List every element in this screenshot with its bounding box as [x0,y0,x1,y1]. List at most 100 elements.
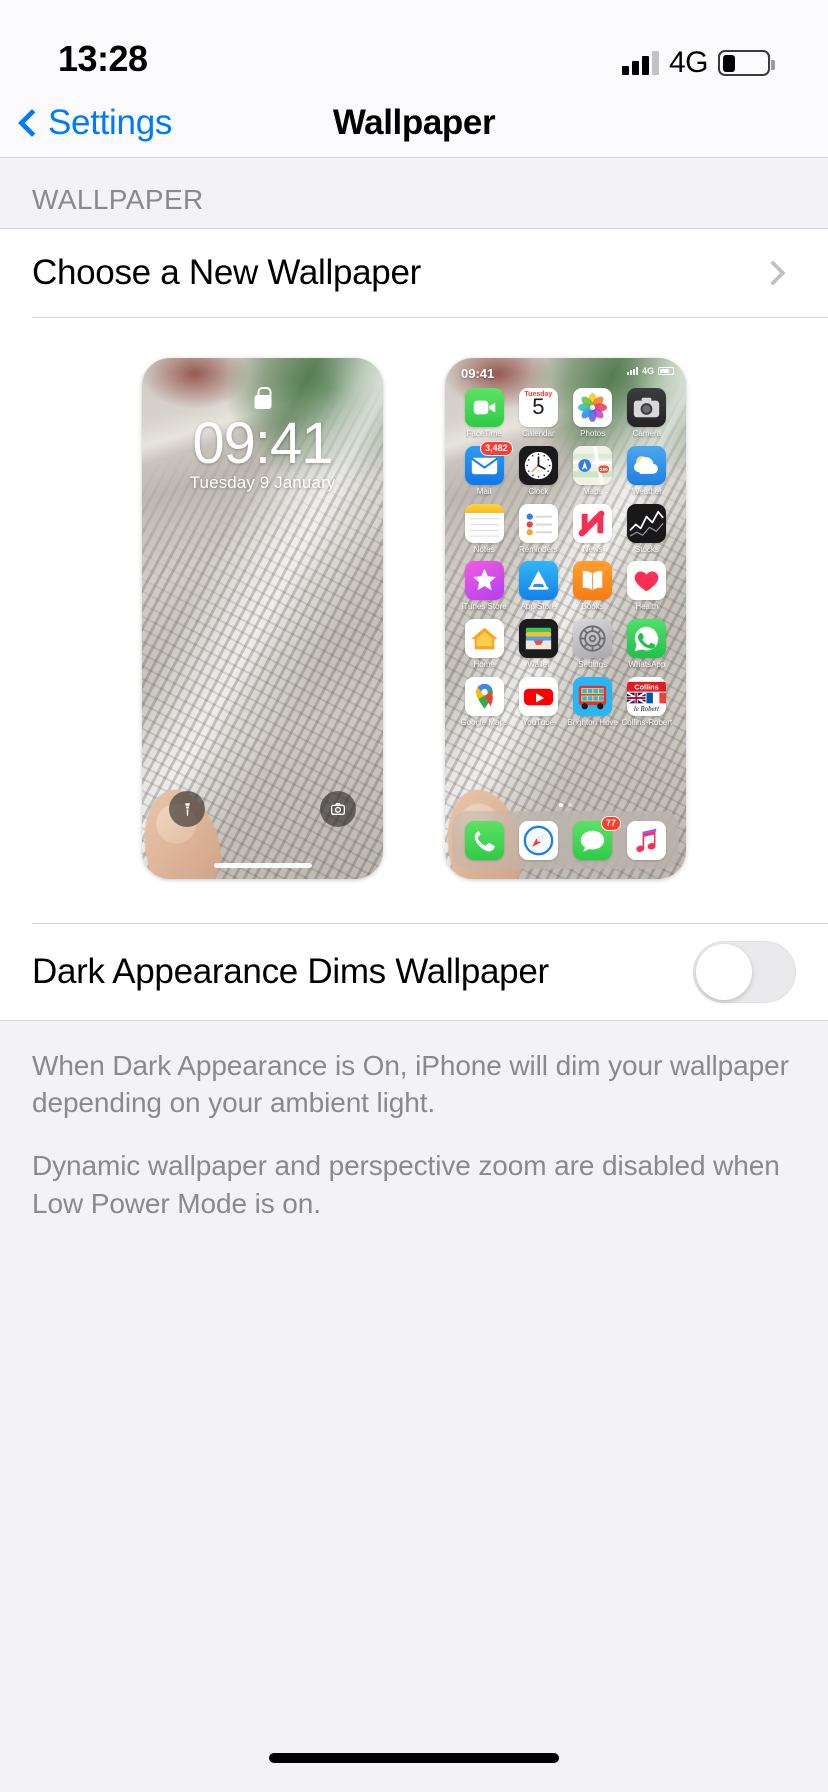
phone-icon[interactable] [465,820,505,860]
notes-icon[interactable] [464,503,504,543]
health-icon[interactable] [627,561,667,601]
home-screen-app[interactable]: Tuesday 5 Calendar [511,388,565,439]
collins-robert-icon[interactable]: Collins le Robert [627,676,667,716]
back-button[interactable]: Settings [0,103,172,143]
home-screen-app[interactable]: iTunes Store [457,561,511,612]
clock-icon[interactable] [518,445,558,485]
youtube-icon[interactable] [518,676,558,716]
app-icon-wrapper [573,388,613,427]
notification-badge: 77 [600,815,621,831]
camera-icon[interactable] [320,791,356,827]
app-icon-wrapper [627,619,667,659]
torch-icon[interactable] [169,791,205,827]
home-screen-app[interactable]: Books [566,561,620,612]
home-screen-app[interactable]: Photos [566,388,620,439]
app-label: App Store [520,603,557,612]
home-indicator[interactable] [0,1724,828,1792]
brighton-hove-bus-icon[interactable] [573,676,613,716]
home-screen-app-grid: FaceTime Tuesday 5 Calendar Photos Camera 3,48… [445,388,686,728]
app-label: Collins-Robert [621,718,673,727]
home-screen-app[interactable]: Wallet [511,619,565,670]
app-icon-wrapper: Collins le Robert [627,676,667,716]
app-label: Wallet [527,661,550,670]
app-icon-wrapper [627,503,667,543]
dock-app[interactable] [626,820,666,860]
app-icon-wrapper: Tuesday 5 [518,388,558,427]
back-button-label: Settings [48,102,173,142]
whatsapp-icon[interactable] [627,619,667,659]
app-icon-wrapper [627,561,667,601]
app-icon-wrapper [573,676,613,716]
dock-app[interactable] [519,820,559,860]
home-screen-app[interactable]: Health [620,561,674,612]
itunes-store-icon[interactable] [464,561,504,601]
lock-icon [254,387,272,409]
choose-new-wallpaper-row[interactable]: Choose a New Wallpaper [0,229,828,317]
app-icon-wrapper [573,503,613,543]
lock-screen-time: 09:41 [192,411,333,476]
maps-icon[interactable]: 280 [573,445,613,485]
dock-app[interactable] [465,820,505,860]
news-icon[interactable] [573,503,613,543]
dark-appearance-toggle[interactable] [693,941,796,1003]
reminders-icon[interactable] [518,503,558,543]
app-store-icon[interactable] [518,561,558,601]
home-screen-app[interactable]: Stocks [620,503,674,555]
home-screen-status-network: 4G [641,366,654,376]
svg-text:280: 280 [600,467,608,473]
home-screen-app[interactable]: Weather [620,445,674,497]
google-maps-icon[interactable] [464,676,504,716]
app-label: WhatsApp [628,661,666,670]
app-icon-wrapper [518,561,558,601]
app-icon-wrapper [464,388,504,427]
app-icon-wrapper [573,561,613,601]
wallpaper-card: Choose a New Wallpaper 09:41 Tuesday 9 J… [0,229,828,1020]
signal-bars-icon [626,367,638,375]
home-screen-app[interactable]: 280 Maps [566,445,620,497]
home-screen-preview[interactable]: 09:41 4G FaceTime Tuesday 5 Calendar Photos C… [445,358,686,879]
home-screen-app[interactable]: Home [457,619,511,670]
lock-screen-preview[interactable]: 09:41 Tuesday 9 January [142,358,383,879]
app-label: Mail [476,487,492,496]
home-screen-app[interactable]: Collins le Robert Collins-Robert [620,676,674,728]
safari-icon[interactable] [519,820,559,860]
home-screen-app[interactable]: Google Maps [457,676,511,728]
home-screen-app[interactable]: Reminders [511,503,565,555]
stocks-icon[interactable] [627,503,667,543]
home-screen-app[interactable]: YouTube [511,676,565,728]
home-screen-app[interactable]: 3,482 Mail [457,440,513,497]
page-dots [445,803,686,807]
calendar-day: 5 [532,394,545,419]
music-icon[interactable] [626,820,666,860]
home-screen-app[interactable]: News [566,503,620,555]
app-label: News [582,545,603,554]
home-screen-app[interactable]: Brighton Hove [566,676,620,728]
home-icon[interactable] [464,619,504,659]
app-label: Settings [578,661,608,670]
calendar-icon[interactable]: Tuesday 5 [518,388,558,427]
app-icon-wrapper [464,676,504,716]
svg-text:le Robert: le Robert [634,706,660,713]
home-screen-app[interactable]: Camera [620,388,674,439]
home-screen-app[interactable]: FaceTime [457,388,511,439]
wallet-icon[interactable] [518,619,558,659]
home-screen-app[interactable]: Notes [457,503,511,555]
home-screen-app[interactable]: WhatsApp [620,619,674,670]
dock-app[interactable]: 77 [572,815,621,860]
photos-icon[interactable] [573,388,613,427]
home-screen-app[interactable]: Settings [566,619,620,670]
camera-app-icon[interactable] [627,388,667,427]
facetime-icon[interactable] [464,388,504,427]
weather-icon[interactable] [627,445,667,485]
lock-screen-date: Tuesday 9 January [189,473,336,492]
app-icon-wrapper [465,820,505,860]
home-screen-app[interactable]: Clock [511,445,565,497]
app-label: YouTube [522,718,555,727]
books-icon[interactable] [573,561,613,601]
page-dot [568,803,572,807]
dock: 77 [452,811,679,869]
navigation-bar: Settings Wallpaper [0,88,828,158]
app-label: FaceTime [466,430,502,438]
settings-icon[interactable] [573,619,613,659]
home-screen-app[interactable]: App Store [511,561,565,612]
